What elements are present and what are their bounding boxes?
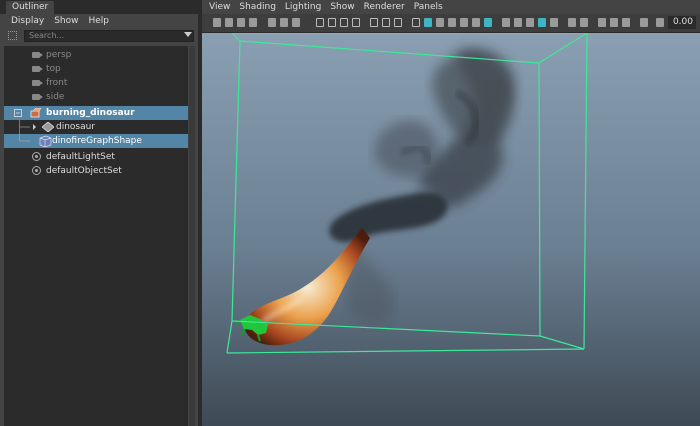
two-d-zoom-icon[interactable] [292, 18, 300, 27]
list-item-default-light-set[interactable]: defaultLightSet [4, 150, 188, 164]
outliner-search-row: Search... [0, 28, 198, 44]
menu-show[interactable]: Show [330, 0, 354, 14]
search-options-chevron-icon[interactable] [184, 32, 192, 37]
camera-icon [32, 66, 43, 72]
fluid-container-icon [39, 135, 52, 147]
safe-title-icon[interactable] [394, 18, 402, 27]
list-item-front[interactable]: front [4, 76, 188, 90]
color-management-icon[interactable] [656, 18, 664, 27]
menu-show[interactable]: Show [54, 14, 78, 28]
backface-culling-icon[interactable] [598, 18, 606, 27]
list-item-burning-dinosaur[interactable]: burning_dinosaur [4, 106, 188, 120]
transform-node-icon [30, 108, 42, 118]
motion-blur-icon[interactable] [514, 18, 522, 27]
exposure-field[interactable]: 0.00 [668, 16, 696, 29]
search-input[interactable]: Search... [24, 30, 194, 42]
outliner-panel: Outliner Display Show Help Search... per… [0, 0, 198, 426]
camera-icon [32, 52, 43, 58]
default-material-icon[interactable] [436, 18, 444, 27]
smooth-shade-icon[interactable] [424, 18, 432, 27]
bookmark-icon[interactable] [237, 18, 245, 27]
drag-handle-icon[interactable] [8, 31, 17, 40]
list-item-top[interactable]: top [4, 62, 188, 76]
menu-renderer[interactable]: Renderer [364, 0, 405, 14]
safe-action-icon[interactable] [382, 18, 390, 27]
outliner-scrollbar[interactable] [189, 46, 195, 426]
lights-icon[interactable] [472, 18, 480, 27]
mesh-icon [42, 122, 54, 132]
camera-icon [32, 80, 43, 86]
set-icon [32, 152, 41, 161]
textured-icon[interactable] [460, 18, 468, 27]
camera-attributes-icon[interactable] [225, 18, 233, 27]
shadows-icon[interactable] [484, 18, 492, 27]
item-label: dinofireGraphShape [52, 136, 142, 146]
list-item-persp[interactable]: persp [4, 48, 188, 62]
item-label: defaultLightSet [46, 152, 115, 162]
image-plane-icon[interactable] [249, 18, 257, 27]
anti-aliasing-icon[interactable] [526, 18, 534, 27]
outliner-list: persp top front side burning_dinosaur di… [4, 46, 188, 426]
tree-connector-icon [19, 120, 36, 134]
item-label: defaultObjectSet [46, 166, 122, 176]
menu-shading[interactable]: Shading [239, 0, 276, 14]
film-gate-icon[interactable] [328, 18, 336, 27]
outliner-tab-bar: Outliner [0, 0, 198, 14]
wireframe-on-shaded-icon[interactable] [448, 18, 456, 27]
depth-of-field-icon[interactable] [538, 18, 546, 27]
menu-panels[interactable]: Panels [414, 0, 443, 14]
3d-viewport-scene[interactable] [202, 33, 700, 426]
viewport-menu-bar: View Shading Lighting Show Renderer Pane… [202, 0, 700, 14]
field-chart-icon[interactable] [370, 18, 378, 27]
select-camera-icon[interactable] [213, 18, 221, 27]
isolate-select-icon[interactable] [550, 18, 558, 27]
xray-joints-icon[interactable] [580, 18, 588, 27]
resolution-gate-icon[interactable] [340, 18, 348, 27]
xray-icon[interactable] [568, 18, 576, 27]
list-item-side[interactable]: side [4, 90, 188, 104]
two-d-pan-icon[interactable] [280, 18, 288, 27]
viewport-toolbar: 0.00 [202, 14, 700, 33]
list-item-dinofire-graph-shape[interactable]: dinofireGraphShape [4, 134, 188, 148]
item-label: top [46, 64, 61, 74]
menu-lighting[interactable]: Lighting [285, 0, 321, 14]
outliner-menu-bar: Display Show Help [0, 14, 198, 28]
gamma-icon[interactable] [640, 18, 648, 27]
set-icon [32, 166, 41, 175]
item-label: burning_dinosaur [46, 108, 135, 118]
menu-display[interactable]: Display [11, 14, 44, 28]
list-item-dinosaur[interactable]: dinosaur [4, 120, 188, 134]
item-label: side [46, 92, 65, 102]
item-label: dinosaur [56, 122, 96, 132]
gate-mask-icon[interactable] [352, 18, 360, 27]
hud-icon[interactable] [610, 18, 618, 27]
collapse-minus-icon[interactable] [14, 109, 24, 117]
camera-icon [32, 94, 43, 100]
menu-view[interactable]: View [209, 0, 230, 14]
menu-help[interactable]: Help [88, 14, 109, 28]
item-label: front [46, 78, 68, 88]
exposure-icon[interactable] [622, 18, 630, 27]
outliner-tab[interactable]: Outliner [6, 1, 55, 14]
list-item-default-object-set[interactable]: defaultObjectSet [4, 164, 188, 178]
viewport-panel: View Shading Lighting Show Renderer Pane… [202, 0, 700, 426]
grease-pencil-icon[interactable] [268, 18, 276, 27]
item-label: persp [46, 50, 72, 60]
grid-icon[interactable] [316, 18, 324, 27]
tree-connector-icon [19, 134, 30, 142]
wireframe-icon[interactable] [412, 18, 420, 27]
screen-space-ao-icon[interactable] [502, 18, 510, 27]
